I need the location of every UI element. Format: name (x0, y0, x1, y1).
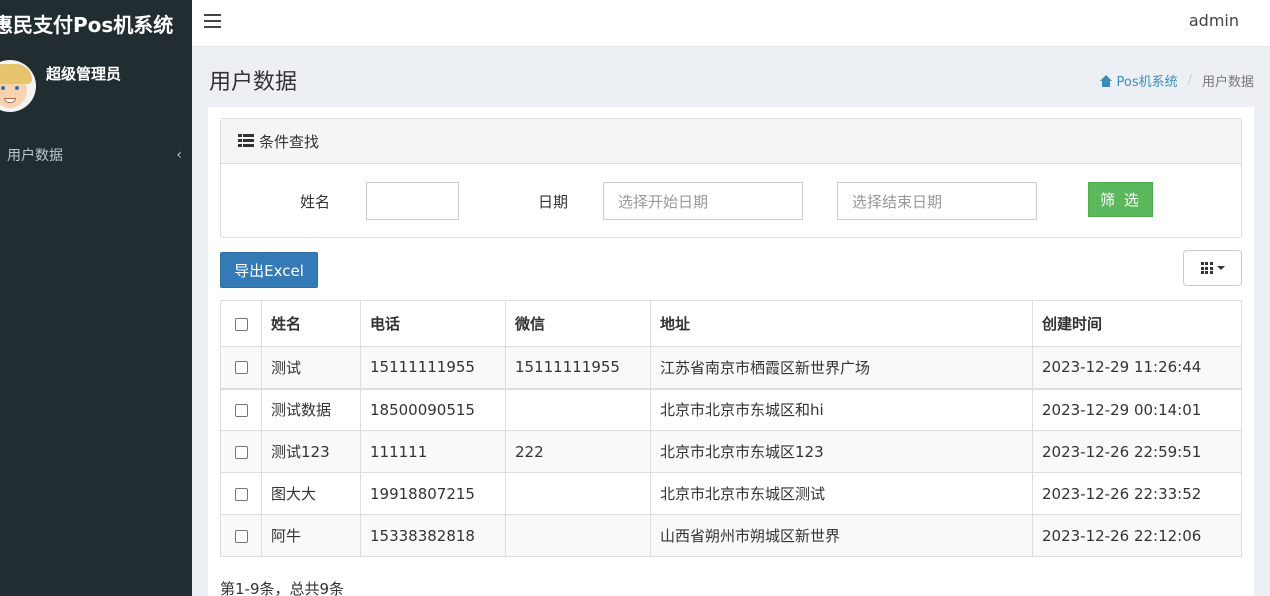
admin-user-menu[interactable]: admin (1189, 11, 1239, 30)
cell-name: 测试数据 (261, 388, 361, 431)
search-panel-title: 条件查找 (259, 132, 320, 151)
cell-phone: 19918807215 (360, 472, 506, 515)
cell-wechat (505, 472, 651, 515)
top-header: admin (192, 0, 1270, 47)
column-header-wechat[interactable]: 微信 (505, 300, 651, 347)
end-date-input[interactable]: 选择结束日期 (837, 182, 1037, 220)
breadcrumb-current: 用户数据 (1201, 75, 1254, 90)
table-header-row: 姓名 电话 微信 地址 创建时间 (220, 300, 1242, 347)
cell-created: 2023-12-29 00:14:01 (1032, 388, 1242, 431)
sidebar: 惠民支付Pos机系统 超级管理员 用户数据 ‹ (0, 0, 192, 596)
column-header-name[interactable]: 姓名 (261, 300, 361, 347)
start-date-input[interactable]: 选择开始日期 (603, 182, 803, 220)
column-header-address[interactable]: 地址 (650, 300, 1033, 347)
table-row[interactable]: 图大大 19918807215 北京市北京市东城区测试 2023-12-26 2… (220, 472, 1242, 515)
home-icon (1100, 74, 1113, 87)
cell-name: 阿牛 (261, 514, 361, 557)
export-excel-button[interactable]: 导出Excel (220, 252, 318, 288)
cell-wechat (505, 388, 651, 431)
date-label: 日期 (538, 193, 569, 211)
list-icon (238, 134, 254, 148)
cell-phone: 15338382818 (360, 514, 506, 557)
search-panel-header: 条件查找 (221, 119, 1241, 164)
cell-wechat (505, 514, 651, 557)
row-select-cell (220, 430, 262, 473)
filter-button[interactable]: 筛 选 (1088, 182, 1153, 217)
caret-down-icon (1216, 266, 1225, 270)
row-checkbox[interactable] (234, 487, 248, 501)
sidebar-item-user-data[interactable]: 用户数据 ‹ (0, 138, 192, 172)
row-checkbox[interactable] (234, 445, 248, 459)
columns-toggle-button[interactable] (1183, 250, 1242, 286)
row-checkbox[interactable] (234, 529, 248, 543)
row-checkbox[interactable] (234, 361, 248, 375)
cell-address: 北京市北京市东城区和hi (650, 388, 1033, 431)
cell-phone: 18500090515 (360, 388, 506, 431)
cell-wechat: 222 (505, 430, 651, 473)
menu-toggle-icon[interactable] (204, 14, 221, 28)
main-box: 条件查找 姓名 日期 选择开始日期 选择结束日期 筛 选 导出Excel 姓名 … (208, 107, 1254, 596)
chevron-left-icon: ‹ (176, 147, 182, 163)
cell-phone: 15111111955 (360, 346, 506, 390)
cell-name: 图大大 (261, 472, 361, 515)
row-checkbox[interactable] (234, 403, 248, 417)
table-row[interactable]: 阿牛 15338382818 山西省朔州市朔城区新世界 2023-12-26 2… (220, 514, 1242, 557)
name-label: 姓名 (300, 193, 331, 211)
cell-name: 测试123 (261, 430, 361, 473)
user-name: 超级管理员 (46, 65, 122, 83)
table-row[interactable]: 测试数据 18500090515 北京市北京市东城区和hi 2023-12-29… (220, 388, 1242, 431)
breadcrumb-separator: / (1187, 73, 1192, 88)
cell-created: 2023-12-29 11:26:44 (1032, 346, 1242, 390)
select-all-cell (220, 300, 262, 347)
user-table: 姓名 电话 微信 地址 创建时间 测试 15111111955 15111111… (220, 300, 1242, 557)
cell-created: 2023-12-26 22:12:06 (1032, 514, 1242, 557)
cell-phone: 111111 (360, 430, 506, 473)
column-header-phone[interactable]: 电话 (360, 300, 506, 347)
search-panel: 条件查找 姓名 日期 选择开始日期 选择结束日期 筛 选 (220, 118, 1242, 238)
breadcrumb-home-link[interactable]: Pos机系统 (1100, 71, 1178, 90)
breadcrumb: Pos机系统 / 用户数据 (1100, 71, 1254, 90)
cell-address: 北京市北京市东城区123 (650, 430, 1033, 473)
avatar (0, 60, 36, 112)
sidebar-item-label: 用户数据 (7, 148, 63, 164)
page-title: 用户数据 (209, 70, 298, 95)
cell-address: 江苏省南京市栖霞区新世界广场 (650, 346, 1033, 390)
table-row[interactable]: 测试 15111111955 15111111955 江苏省南京市栖霞区新世界广… (220, 346, 1242, 390)
cell-name: 测试 (261, 346, 361, 390)
cell-wechat: 15111111955 (505, 346, 651, 390)
cell-address: 山西省朔州市朔城区新世界 (650, 514, 1033, 557)
cell-created: 2023-12-26 22:59:51 (1032, 430, 1242, 473)
pagination-info: 第1-9条，总共9条 (220, 580, 345, 596)
row-select-cell (220, 388, 262, 431)
select-all-checkbox[interactable] (234, 317, 248, 331)
row-select-cell (220, 346, 262, 390)
grid-icon (1200, 262, 1213, 274)
name-input[interactable] (366, 182, 459, 220)
cell-created: 2023-12-26 22:33:52 (1032, 472, 1242, 515)
app-title: 惠民支付Pos机系统 (0, 12, 174, 37)
row-select-cell (220, 472, 262, 515)
column-header-created[interactable]: 创建时间 (1032, 300, 1242, 347)
row-select-cell (220, 514, 262, 557)
table-row[interactable]: 测试123 111111 222 北京市北京市东城区123 2023-12-26… (220, 430, 1242, 473)
cell-address: 北京市北京市东城区测试 (650, 472, 1033, 515)
brand[interactable]: 惠民支付Pos机系统 (0, 0, 192, 46)
